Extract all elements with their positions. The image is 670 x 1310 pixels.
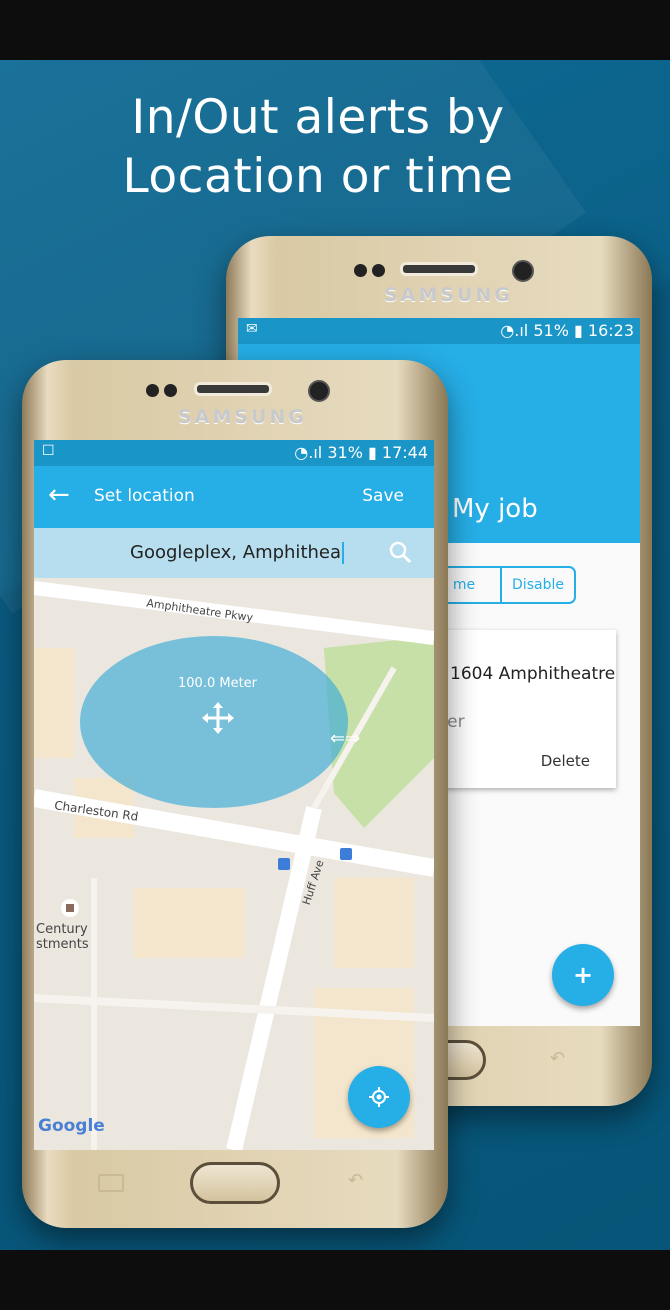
search-input[interactable]: Googleplex, Amphithea <box>130 542 345 564</box>
clock: 17:44 <box>381 443 428 462</box>
radius-label: 100.0 Meter <box>178 676 258 691</box>
search-bar[interactable]: Googleplex, Amphithea <box>34 528 434 578</box>
front-camera <box>308 380 330 402</box>
move-handle-icon[interactable] <box>200 700 236 740</box>
status-bar: ☐ ◔.ıl 31% ▮ 17:44 <box>34 440 434 466</box>
front-phone-screen: ☐ ◔.ıl 31% ▮ 17:44 Amphitheatre Pkwy Cha… <box>34 440 434 1150</box>
card-address: 1604 Amphitheatre <box>450 664 616 684</box>
speaker-grille <box>400 262 478 276</box>
signal-icon: ◔.ıl <box>500 321 529 340</box>
home-button[interactable] <box>190 1162 280 1204</box>
top-letterbox <box>0 0 670 60</box>
back-arrow-icon[interactable]: ← <box>48 480 70 510</box>
status-right: ◔.ıl 31% ▮ 17:44 <box>294 443 428 462</box>
mode-toggle[interactable]: me Disable <box>426 566 576 604</box>
sensor-dot <box>146 384 159 397</box>
brand-logo: SAMSUNG <box>384 284 513 306</box>
status-bar: ✉ ◔.ıl 51% ▮ 16:23 <box>238 318 640 344</box>
headline: In/Out alerts by Location or time <box>0 88 636 206</box>
crosshair-icon <box>369 1087 389 1107</box>
delete-button[interactable]: Delete <box>541 752 590 770</box>
clock: 16:23 <box>587 321 634 340</box>
tab-disable[interactable]: Disable <box>502 568 574 602</box>
page-title: My job <box>452 494 538 524</box>
battery-icon: ▮ <box>367 443 377 462</box>
battery-level: 31% <box>327 443 363 462</box>
back-key-icon[interactable]: ↶ <box>550 1048 565 1069</box>
headline-line-1: In/Out alerts by <box>131 90 505 145</box>
save-button[interactable]: Save <box>362 486 404 506</box>
front-camera <box>512 260 534 282</box>
page-title: Set location <box>94 486 195 506</box>
poi-label-line-1: Century <box>36 922 88 937</box>
sensor-dot <box>372 264 385 277</box>
recent-apps-key-icon[interactable] <box>98 1174 124 1192</box>
app-bar: ← Set location Save <box>34 466 434 528</box>
mail-notification-icon: ✉ <box>246 321 258 337</box>
speaker-grille <box>194 382 272 396</box>
text-cursor <box>342 542 345 564</box>
google-logo: Google <box>38 1116 105 1136</box>
bottom-letterbox <box>0 1250 670 1310</box>
sensor-dot <box>164 384 177 397</box>
app-notification-icon: ☐ <box>42 443 55 459</box>
sensor-dot <box>354 264 367 277</box>
headline-line-2: Location or time <box>122 149 514 204</box>
front-phone: SAMSUNG ☐ ◔.ıl 31% ▮ 17:44 Amphitheatre … <box>22 360 448 1228</box>
brand-logo: SAMSUNG <box>178 406 307 428</box>
search-input-value: Googleplex, Amphithea <box>130 542 342 563</box>
signal-icon: ◔.ıl <box>294 443 323 462</box>
poi-label: Century stments <box>36 922 89 952</box>
add-job-button[interactable]: + <box>552 944 614 1006</box>
map-view[interactable]: Amphitheatre Pkwy Charleston Rd Huff Ave… <box>34 578 434 1150</box>
job-card[interactable]: 1604 Amphitheatre eter Delete <box>428 630 616 788</box>
plus-icon: + <box>572 961 594 989</box>
poi-label-line-2: stments <box>36 937 89 952</box>
resize-handle-icon[interactable]: ⇐⇒ <box>330 728 360 749</box>
battery-icon: ▮ <box>573 321 583 340</box>
back-key-icon[interactable]: ↶ <box>348 1170 363 1191</box>
search-icon[interactable] <box>388 540 412 564</box>
status-right: ◔.ıl 51% ▮ 16:23 <box>500 321 634 340</box>
my-location-button[interactable] <box>348 1066 410 1128</box>
battery-level: 51% <box>533 321 569 340</box>
